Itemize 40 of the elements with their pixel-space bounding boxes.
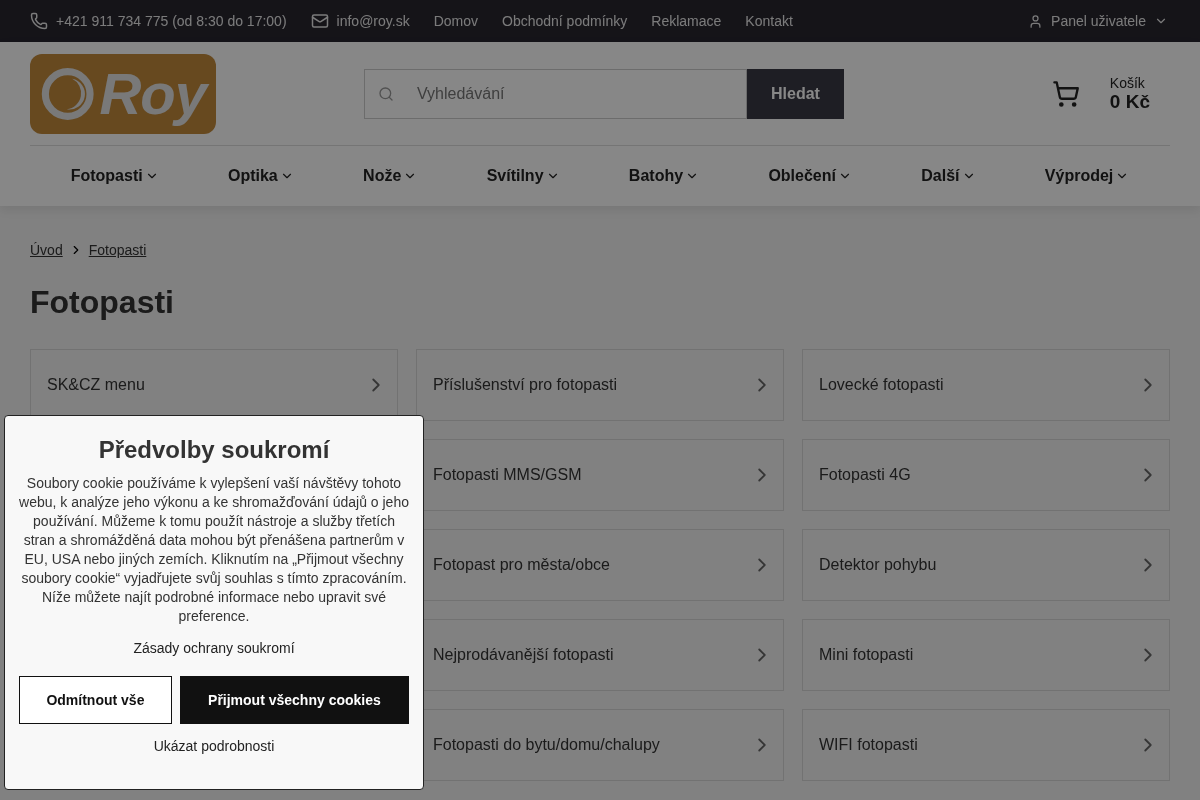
- dialog-title: Předvolby soukromí: [98, 436, 330, 464]
- category-card[interactable]: WIFI fotopasti: [802, 709, 1170, 781]
- breadcrumb-link[interactable]: Úvod: [30, 242, 63, 258]
- category-card[interactable]: Detektor pohybu: [802, 529, 1170, 601]
- user-panel-link[interactable]: Panel uživatele: [1028, 13, 1170, 29]
- category-card[interactable]: Fotopasti 4G: [802, 439, 1170, 511]
- details-link[interactable]: Ukázat podrobnosti: [153, 738, 275, 754]
- cart-link[interactable]: Košík 0 Kč: [1051, 74, 1150, 113]
- user-icon: [1028, 13, 1044, 29]
- nav-item[interactable]: Nože: [363, 167, 418, 185]
- mail-icon: [310, 12, 329, 30]
- nav-item[interactable]: Batohy: [628, 167, 700, 185]
- nav-item[interactable]: Oblečení: [768, 167, 852, 185]
- phone-icon: [30, 12, 48, 30]
- privacy-link[interactable]: Zásady ochrany soukromí: [133, 640, 295, 656]
- nav-item[interactable]: Výprodej: [1044, 167, 1130, 185]
- phone-number[interactable]: +421 911 734 775 (od 8:30 do 17:00): [30, 12, 287, 30]
- search-field[interactable]: Vyhledávání: [364, 68, 747, 119]
- nav-item[interactable]: Optika: [227, 167, 294, 185]
- dialog-text: Soubory cookie používáme k vylepšení vaší návštěvy tohoto webu, k analýze jeho výkonu a ke shromažďování údajů o jeho používání. Můžeme k tomu použít nástroje a služby třetích stran a shromážděná data mohou být přenášena partnerům v EU, USA nebo jiných zemích. Kliknutím na „Přijmout všechny soubory cookie“ vyjadřujete svůj souhlas s tímto zpracováním. Níže můžete najít podrobné informace nebo upravit své preference.: [19, 474, 409, 626]
- top-link[interactable]: Reklamace: [651, 13, 722, 29]
- nav-item[interactable]: Svítilny: [486, 167, 560, 185]
- page-title: Fotopasti: [30, 284, 175, 321]
- category-card[interactable]: Příslušenství pro fotopasti: [416, 349, 784, 421]
- top-link[interactable]: Kontakt: [745, 13, 793, 29]
- category-card[interactable]: Mini fotopasti: [802, 619, 1170, 691]
- search-icon: [378, 85, 394, 102]
- category-card[interactable]: Lovecké fotopasti: [802, 349, 1170, 421]
- nav-item[interactable]: Fotopasti: [70, 167, 159, 185]
- reject-button[interactable]: Odmítnout vše: [19, 676, 172, 724]
- cart-icon: [1051, 79, 1080, 108]
- top-link[interactable]: Obchodní podmínky: [502, 13, 628, 29]
- nav-item[interactable]: Další: [921, 167, 976, 185]
- email-link[interactable]: info@roy.sk: [310, 12, 410, 30]
- accept-button[interactable]: Přijmout všechny cookies: [179, 676, 409, 724]
- cart-total: 0 Kč: [1109, 90, 1150, 113]
- search-button[interactable]: Hledat: [747, 68, 844, 119]
- breadcrumb-link[interactable]: Fotopasti: [88, 242, 147, 258]
- cart-label: Košík: [1109, 74, 1146, 91]
- top-link[interactable]: Domov: [433, 13, 478, 29]
